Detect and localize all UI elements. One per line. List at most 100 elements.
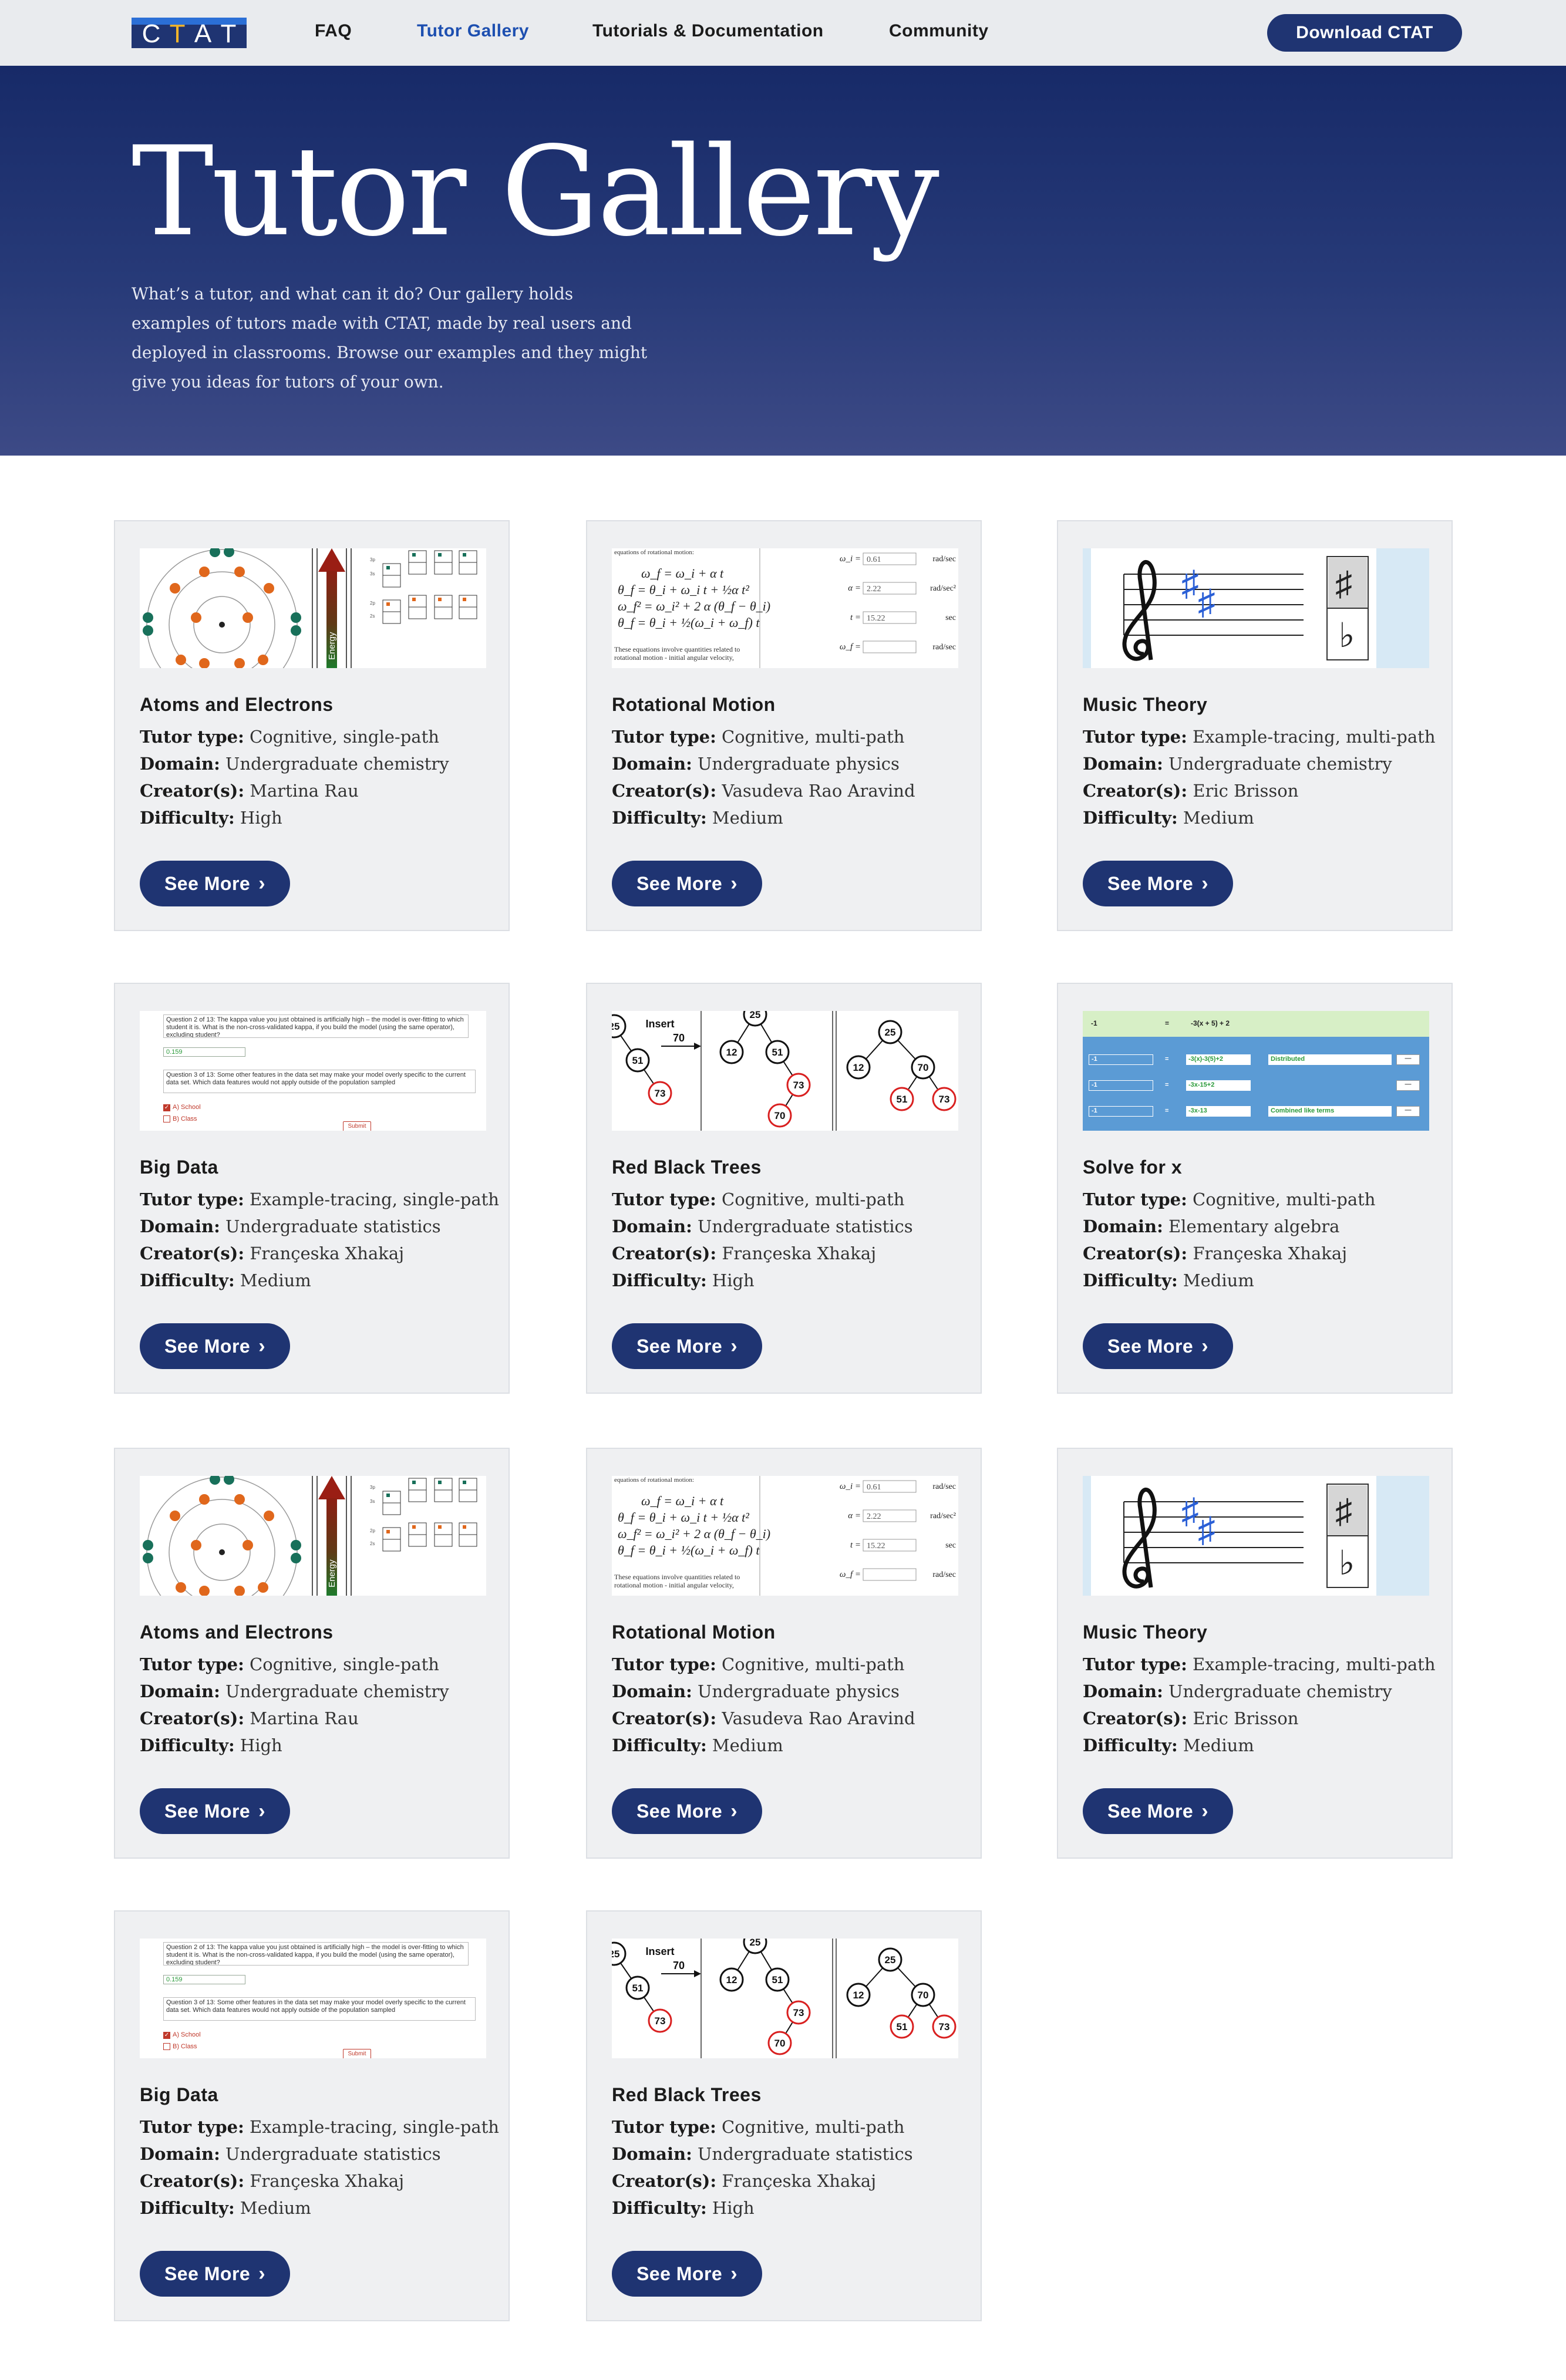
- svg-text:θ_f = θ_i + ½(ω_i + ω_f) t: θ_f = θ_i + ½(ω_i + ω_f) t: [618, 615, 760, 630]
- see-more-button[interactable]: See More ›: [140, 2251, 290, 2297]
- tutor-title: Atoms and Electrons: [140, 1621, 334, 1643]
- tutor-meta: Tutor type: Cognitive, multi-path Domain…: [612, 1186, 913, 1294]
- tutor-card: Insert 70 25 51 73 25 12 51 73 70 25 12 …: [586, 1910, 982, 2321]
- right-side-input[interactable]: -3x-15+2: [1186, 1080, 1251, 1091]
- tutor-thumbnail[interactable]: Insert 70 25 51 73 25 12 51 73 70 25 12 …: [612, 1939, 958, 2058]
- tutor-title: Big Data: [140, 2084, 218, 2105]
- domain-value: Elementary algebra: [1168, 1216, 1340, 1236]
- svg-text:70: 70: [673, 1032, 685, 1044]
- tutor-card: Energy 3p 3s 2p 2s Atoms and Electrons Tuto…: [114, 520, 510, 931]
- see-more-button[interactable]: See More ›: [140, 1323, 290, 1369]
- tutor-type-value: Cognitive, single-path: [250, 1654, 439, 1674]
- nav-link-tutor-gallery[interactable]: Tutor Gallery: [417, 21, 529, 41]
- see-more-button[interactable]: See More ›: [140, 1788, 290, 1834]
- tutor-thumbnail[interactable]: Question 2 of 13: The kappa value you ju…: [140, 1011, 486, 1131]
- svg-text:θ_f = θ_i + ½(ω_i + ω_f) t: θ_f = θ_i + ½(ω_i + ω_f) t: [618, 1543, 760, 1558]
- sharp-button-icon[interactable]: ♯: [1335, 565, 1352, 603]
- tutor-thumbnail[interactable]: ♯ ♯ ♯ ♭: [1083, 1476, 1429, 1596]
- chevron-right-icon: ›: [730, 872, 738, 895]
- left-side-input[interactable]: -1: [1089, 1054, 1153, 1065]
- tutor-thumbnail[interactable]: Energy 3p 3s 2p 2s: [140, 1476, 486, 1596]
- tutor-thumbnail[interactable]: -1 = -3(x + 5) + 2 -1 = -3(x)-3(5)+2 Dis…: [1083, 1011, 1429, 1131]
- tutor-meta: Tutor type: Cognitive, single-path Domai…: [140, 723, 449, 831]
- see-more-label: See More: [636, 2263, 723, 2284]
- flat-button-icon[interactable]: ♭: [1339, 616, 1355, 655]
- logo-letter: A: [194, 19, 212, 48]
- step-select[interactable]: Distributed: [1268, 1054, 1392, 1065]
- see-more-button[interactable]: See More ›: [612, 1323, 762, 1369]
- tutor-meta: Tutor type: Cognitive, multi-path Domain…: [612, 723, 915, 831]
- tutor-thumbnail[interactable]: equations of rotational motion: ω_f = ω_…: [612, 1476, 958, 1596]
- see-more-button[interactable]: See More ›: [1083, 1323, 1233, 1369]
- flat-button-icon[interactable]: ♭: [1339, 1544, 1355, 1582]
- submit-button[interactable]: Submit: [343, 1121, 371, 1131]
- tutor-type-label: Tutor type:: [612, 727, 716, 747]
- svg-text:3p: 3p: [370, 1485, 375, 1490]
- tree-node-value: 73: [793, 2007, 804, 2018]
- difficulty-label: Difficulty:: [612, 2198, 707, 2218]
- see-more-button[interactable]: See More ›: [140, 861, 290, 906]
- ctat-logo[interactable]: C T A T: [132, 18, 247, 48]
- value-input[interactable]: [863, 1568, 917, 1581]
- step-select[interactable]: Combined like terms: [1268, 1106, 1392, 1117]
- tutor-type-label: Tutor type:: [612, 1654, 716, 1674]
- tutor-thumbnail[interactable]: equations of rotational motion: ω_f = ω_…: [612, 548, 958, 668]
- see-more-button[interactable]: See More ›: [612, 1788, 762, 1834]
- hint-button[interactable]: —: [1396, 1106, 1420, 1117]
- download-ctat-button[interactable]: Download CTAT: [1267, 14, 1462, 52]
- chevron-right-icon: ›: [730, 1334, 738, 1357]
- chevron-right-icon: ›: [258, 2262, 266, 2285]
- nav-link-faq[interactable]: FAQ: [315, 21, 352, 41]
- svg-text:2p: 2p: [370, 601, 375, 606]
- tree-node-value: 73: [939, 2021, 950, 2032]
- nav-link-tutorials-documentation[interactable]: Tutorials & Documentation: [592, 21, 824, 41]
- tutor-thumbnail[interactable]: Question 2 of 13: The kappa value you ju…: [140, 1939, 486, 2058]
- difficulty-label: Difficulty:: [612, 808, 707, 828]
- domain-value: Undergraduate statistics: [225, 1216, 441, 1236]
- creators-value: Eric Brisson: [1193, 781, 1299, 801]
- tree-node-value: 25: [750, 1011, 761, 1020]
- value-input[interactable]: [863, 640, 917, 653]
- domain-label: Domain:: [612, 1216, 692, 1236]
- svg-text:These equations involve quanti: These equations involve quantities relat…: [614, 1573, 740, 1581]
- right-side-input[interactable]: -3x-13: [1186, 1106, 1251, 1117]
- chevron-right-icon: ›: [258, 1799, 266, 1822]
- right-side-input[interactable]: -3(x)-3(5)+2: [1186, 1054, 1251, 1065]
- tutor-meta: Tutor type: Example-tracing, single-path…: [140, 2113, 499, 2221]
- left-side-input[interactable]: -1: [1089, 1106, 1153, 1117]
- submit-button[interactable]: Submit: [343, 2049, 371, 2058]
- tutor-meta: Tutor type: Example-tracing, multi-path …: [1083, 1651, 1436, 1759]
- chevron-right-icon: ›: [258, 1334, 266, 1357]
- difficulty-value: Medium: [1183, 1735, 1254, 1755]
- tree-node-value: 51: [897, 2021, 908, 2032]
- svg-text:rotational motion - initial an: rotational motion - initial angular velo…: [614, 1581, 734, 1589]
- tutor-thumbnail[interactable]: ♯ ♯ ♯ ♭: [1083, 548, 1429, 668]
- left-side-input[interactable]: -1: [1089, 1080, 1153, 1091]
- domain-value: Undergraduate statistics: [698, 2144, 913, 2164]
- creators-label: Creator(s):: [1083, 1708, 1188, 1728]
- domain-value: Undergraduate chemistry: [225, 1681, 449, 1701]
- atoms-thumbnail: Energy 3p 3s 2p 2s: [140, 548, 486, 668]
- see-more-button[interactable]: See More ›: [612, 861, 762, 906]
- see-more-button[interactable]: See More ›: [1083, 861, 1233, 906]
- chevron-right-icon: ›: [1201, 1799, 1209, 1822]
- svg-text:θ_f = θ_i + ω_i t + ½α t²: θ_f = θ_i + ω_i t + ½α t²: [618, 1510, 749, 1525]
- step-select[interactable]: [1268, 1080, 1392, 1091]
- domain-label: Domain:: [140, 1681, 220, 1701]
- see-more-button[interactable]: See More ›: [1083, 1788, 1233, 1834]
- domain-value: Undergraduate statistics: [225, 2144, 441, 2164]
- sharp-button-icon[interactable]: ♯: [1335, 1492, 1352, 1531]
- rotational-thumbnail: equations of rotational motion: ω_f = ω_…: [612, 1476, 958, 1596]
- tutor-type-label: Tutor type:: [612, 1189, 716, 1209]
- nav-link-community[interactable]: Community: [889, 21, 989, 41]
- tutor-thumbnail[interactable]: Insert 70 25 51 73 25 12 51 73 70 25 12 …: [612, 1011, 958, 1131]
- field-label: α =: [848, 584, 861, 593]
- hint-button[interactable]: —: [1396, 1054, 1420, 1065]
- creators-value: Françeska Xhakaj: [722, 2171, 877, 2191]
- hint-button[interactable]: —: [1396, 1080, 1420, 1091]
- tutor-thumbnail[interactable]: Energy 3p 3s 2p 2s: [140, 548, 486, 668]
- domain-value: Undergraduate chemistry: [1168, 754, 1392, 774]
- domain-label: Domain:: [1083, 1216, 1163, 1236]
- see-more-button[interactable]: See More ›: [612, 2251, 762, 2297]
- domain-value: Undergraduate chemistry: [1168, 1681, 1392, 1701]
